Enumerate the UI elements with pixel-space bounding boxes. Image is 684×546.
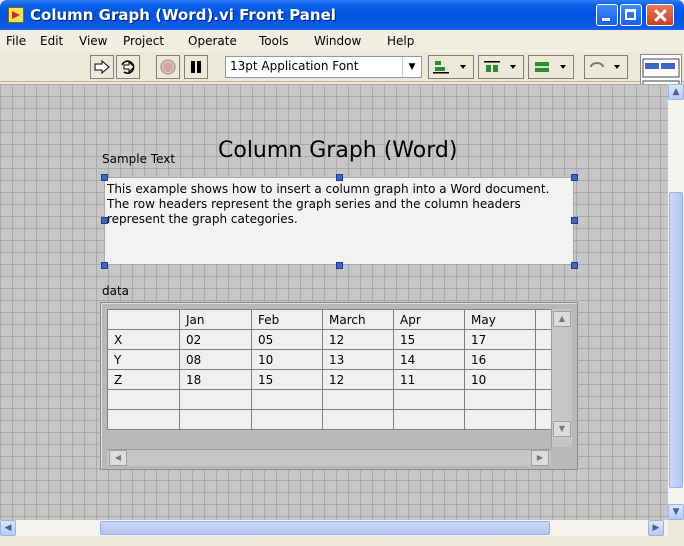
scroll-right-icon[interactable]: ▶ [648,520,664,536]
distribute-objects-icon[interactable] [478,55,524,79]
font-selector-value: 13pt Application Font [230,59,359,73]
table-cell[interactable] [393,389,465,410]
row-header[interactable] [107,409,180,430]
menu-window[interactable]: Window [314,34,361,48]
font-selector[interactable]: 13pt Application Font ▼ [225,56,422,78]
table-row: X 02 05 12 15 17 [107,329,554,350]
scroll-up-icon[interactable]: ▲ [553,311,571,327]
align-objects-icon[interactable] [428,55,474,79]
table-cell[interactable]: 10 [251,349,323,370]
scroll-left-icon[interactable]: ◀ [0,520,16,536]
table-cell[interactable] [251,409,323,430]
page-title: Column Graph (Word) [218,138,458,163]
sample-text-label: Sample Text [102,152,176,166]
labview-vi-icon[interactable] [8,7,24,23]
scroll-left-icon[interactable]: ◀ [109,450,127,466]
table-cell[interactable]: 12 [322,369,394,390]
table-cell[interactable] [464,409,536,430]
table-horizontal-scrollbar[interactable]: ◀ ▶ [107,449,551,466]
table-cell[interactable]: 10 [464,369,536,390]
table-cell[interactable] [393,409,465,430]
scroll-up-icon[interactable]: ▲ [668,84,684,100]
run-continuously-icon[interactable] [116,55,140,79]
selection-handle[interactable] [101,217,108,224]
menu-edit[interactable]: Edit [40,34,63,48]
window-bottom-edge [0,536,684,546]
maximize-button[interactable] [620,4,642,26]
table-cell[interactable] [322,409,394,430]
reorder-icon[interactable] [584,55,628,79]
row-header[interactable]: X [107,329,180,350]
table-row: Y 08 10 13 14 16 [107,349,554,370]
title-bar[interactable]: Column Graph (Word).vi Front Panel [0,0,684,30]
table-cell[interactable]: 05 [251,329,323,350]
table-row [107,409,554,430]
selection-handle[interactable] [571,217,578,224]
table-cell[interactable]: 15 [251,369,323,390]
table-cell[interactable]: 02 [179,329,252,350]
table-cell[interactable]: 08 [179,349,252,370]
menu-tools[interactable]: Tools [259,34,289,48]
table-cell[interactable]: 12 [322,329,394,350]
table-cell[interactable] [179,389,252,410]
toolbar: 13pt Application Font ▼ [0,52,684,82]
selection-handle[interactable] [336,174,343,181]
panel-vertical-scrollbar[interactable]: ▲ ▼ [668,84,684,520]
table-row [107,389,554,410]
table-cell[interactable]: 17 [464,329,536,350]
column-header[interactable]: May [464,309,536,330]
menu-operate[interactable]: Operate [188,34,237,48]
table-header-row: Jan Feb March Apr May [107,309,554,330]
data-table-control[interactable]: Jan Feb March Apr May X 02 05 12 15 17 Y… [100,302,578,470]
table-cell[interactable]: 16 [464,349,536,370]
scroll-down-icon[interactable]: ▼ [553,421,571,437]
selection-handle[interactable] [101,262,108,269]
row-header[interactable]: Z [107,369,180,390]
table-cell[interactable]: 18 [179,369,252,390]
row-header[interactable] [107,389,180,410]
menu-bar: File Edit View Project Operate Tools Win… [0,30,684,52]
minimize-button[interactable] [596,4,618,26]
horizontal-scroll-thumb[interactable] [100,521,550,535]
window-title: Column Graph (Word).vi Front Panel [30,6,336,24]
selection-handle[interactable] [336,262,343,269]
pause-icon[interactable] [184,55,208,79]
table-row: Z 18 15 12 11 10 [107,369,554,390]
panel-horizontal-scrollbar[interactable]: ◀ ▶ [0,520,668,536]
table-cell[interactable]: 13 [322,349,394,370]
table-vertical-scrollbar[interactable]: ▲ ▼ [551,309,572,447]
chevron-down-icon[interactable]: ▼ [402,57,421,77]
close-button[interactable] [646,4,674,26]
column-header[interactable]: March [322,309,394,330]
row-header[interactable]: Y [107,349,180,370]
table-cell[interactable] [179,409,252,430]
column-header[interactable]: Jan [179,309,252,330]
table-cell[interactable] [464,389,536,410]
data-table[interactable]: Jan Feb March Apr May X 02 05 12 15 17 Y… [107,309,554,430]
sample-text-field[interactable]: This example shows how to insert a colum… [104,177,574,265]
selection-handle[interactable] [571,262,578,269]
table-corner-cell[interactable] [107,309,180,330]
table-cell[interactable]: 11 [393,369,465,390]
menu-project[interactable]: Project [123,34,164,48]
table-cell[interactable] [322,389,394,410]
menu-file[interactable]: File [6,34,26,48]
resize-objects-icon[interactable] [528,55,574,79]
data-table-label: data [102,284,130,298]
menu-help[interactable]: Help [387,34,414,48]
selection-handle[interactable] [101,174,108,181]
selection-handle[interactable] [571,174,578,181]
scroll-down-icon[interactable]: ▼ [668,504,684,520]
run-arrow-icon[interactable] [90,55,114,79]
column-header[interactable]: Feb [251,309,323,330]
table-cell[interactable] [251,389,323,410]
scroll-right-icon[interactable]: ▶ [531,450,549,466]
vertical-scroll-thumb[interactable] [669,192,683,488]
table-cell[interactable]: 15 [393,329,465,350]
table-cell[interactable]: 14 [393,349,465,370]
menu-view[interactable]: View [79,34,107,48]
abort-icon[interactable] [156,55,180,79]
column-header[interactable]: Apr [393,309,465,330]
